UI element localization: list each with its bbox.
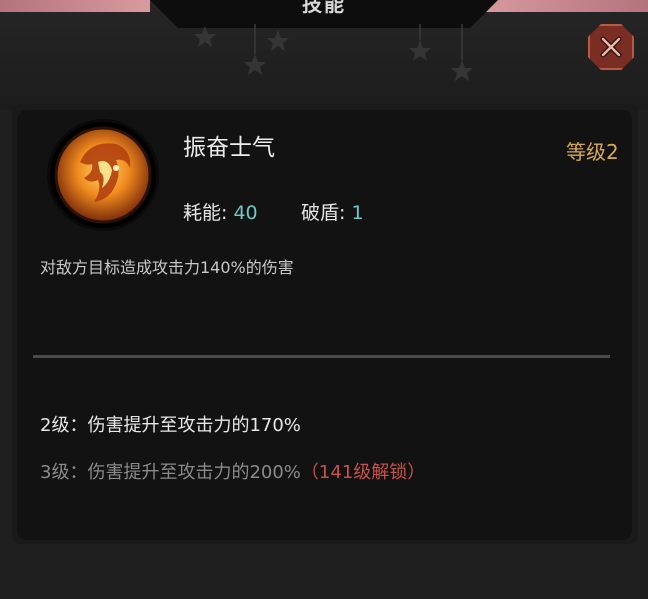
star-icon [409,40,431,61]
break-label: 破盾: [301,202,346,224]
flame-horse-icon [54,126,152,224]
skill-description: 对敌方目标造成攻击力140%的伤害 [40,258,294,277]
upgrade-text: 2级：伤害提升至攻击力的170% [40,415,301,436]
page-title: 技能 [302,0,346,16]
star-icon [244,54,266,75]
unlock-note: （141级解锁） [300,462,426,483]
header-accent-right [478,0,648,12]
energy-cost: 耗能: 40 [183,198,258,225]
skill-icon [50,122,156,228]
skill-name: 振奋士气 [183,135,275,161]
star-icon [451,60,473,81]
upgrade-level-3: 3级：伤害提升至攻击力的200%（141级解锁） [40,458,425,484]
skill-level: 等级2 [566,140,619,164]
star-decoration [194,24,473,81]
close-button[interactable] [588,24,634,70]
header-accent-left [0,0,150,12]
upgrade-text: 3级：伤害提升至攻击力的200% [40,462,301,483]
energy-label: 耗能: [183,202,228,224]
energy-value: 40 [233,202,258,224]
close-icon [600,36,622,58]
star-icon [194,26,216,47]
upgrade-level-2: 2级：伤害提升至攻击力的170% [40,411,301,437]
break-value: 1 [351,202,364,224]
shield-break: 破盾: 1 [301,198,364,225]
divider [33,355,610,358]
star-icon [267,30,289,51]
